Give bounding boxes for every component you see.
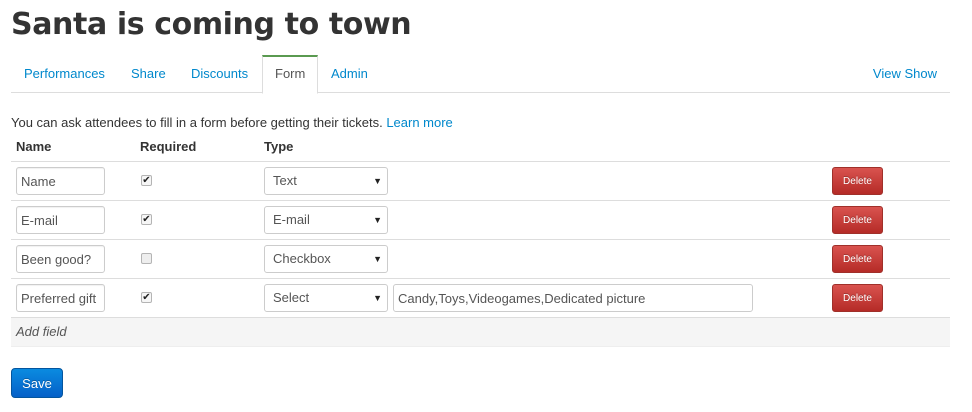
intro-text: You can ask attendees to fill in a form … <box>11 115 453 130</box>
select-options-input[interactable] <box>393 284 753 312</box>
field-name-input[interactable] <box>16 167 105 195</box>
caret-down-icon: ▼ <box>373 215 382 225</box>
checkmark-icon: ✔ <box>142 214 151 225</box>
add-field-link[interactable]: Add field <box>16 318 67 346</box>
required-checkbox[interactable] <box>141 253 152 264</box>
header-type: Type <box>264 139 294 154</box>
table-row: ✔ Text ▼ Delete <box>11 162 950 201</box>
header-required: Required <box>140 139 197 154</box>
field-name-input[interactable] <box>16 245 105 273</box>
header-name: Name <box>16 139 52 154</box>
page-title: Santa is coming to town <box>11 7 412 42</box>
field-type-select[interactable]: Text ▼ <box>264 167 388 195</box>
field-type-value: Checkbox <box>273 251 331 266</box>
form-fields-table: Name Required Type ✔ Text ▼ Delete ✔ E-m… <box>11 137 950 347</box>
field-type-select[interactable]: E-mail ▼ <box>264 206 388 234</box>
table-header: Name Required Type <box>11 137 950 162</box>
caret-down-icon: ▼ <box>373 176 382 186</box>
required-checkbox[interactable]: ✔ <box>141 292 152 303</box>
tab-performances[interactable]: Performances <box>11 56 118 92</box>
field-name-input[interactable] <box>16 284 105 312</box>
field-name-input[interactable] <box>16 206 105 234</box>
field-type-value: E-mail <box>273 212 310 227</box>
delete-button[interactable]: Delete <box>832 284 883 312</box>
checkmark-icon: ✔ <box>142 292 151 303</box>
field-type-value: Text <box>273 173 297 188</box>
view-show-link[interactable]: View Show <box>860 56 950 92</box>
save-button[interactable]: Save <box>11 368 63 398</box>
caret-down-icon: ▼ <box>373 254 382 264</box>
table-row: Checkbox ▼ Delete <box>11 240 950 279</box>
table-row: ✔ E-mail ▼ Delete <box>11 201 950 240</box>
delete-button[interactable]: Delete <box>832 245 883 273</box>
tab-form[interactable]: Form <box>262 55 319 94</box>
tab-share[interactable]: Share <box>118 56 179 92</box>
checkmark-icon: ✔ <box>142 175 151 186</box>
table-row: ✔ Select ▼ Delete <box>11 279 950 318</box>
field-type-value: Select <box>273 290 310 305</box>
field-type-select[interactable]: Select ▼ <box>264 284 388 312</box>
tab-bar: Performances Share Discounts Form Admin … <box>11 55 950 94</box>
learn-more-link[interactable]: Learn more <box>386 115 452 130</box>
required-checkbox[interactable]: ✔ <box>141 214 152 225</box>
tab-discounts[interactable]: Discounts <box>178 56 261 92</box>
intro-description: You can ask attendees to fill in a form … <box>11 115 383 130</box>
form-settings-page: Santa is coming to town Performances Sha… <box>0 0 972 412</box>
tab-admin[interactable]: Admin <box>318 56 381 92</box>
delete-button[interactable]: Delete <box>832 206 883 234</box>
add-field-row: Add field <box>11 318 950 347</box>
field-type-select[interactable]: Checkbox ▼ <box>264 245 388 273</box>
required-checkbox[interactable]: ✔ <box>141 175 152 186</box>
delete-button[interactable]: Delete <box>832 167 883 195</box>
caret-down-icon: ▼ <box>373 293 382 303</box>
